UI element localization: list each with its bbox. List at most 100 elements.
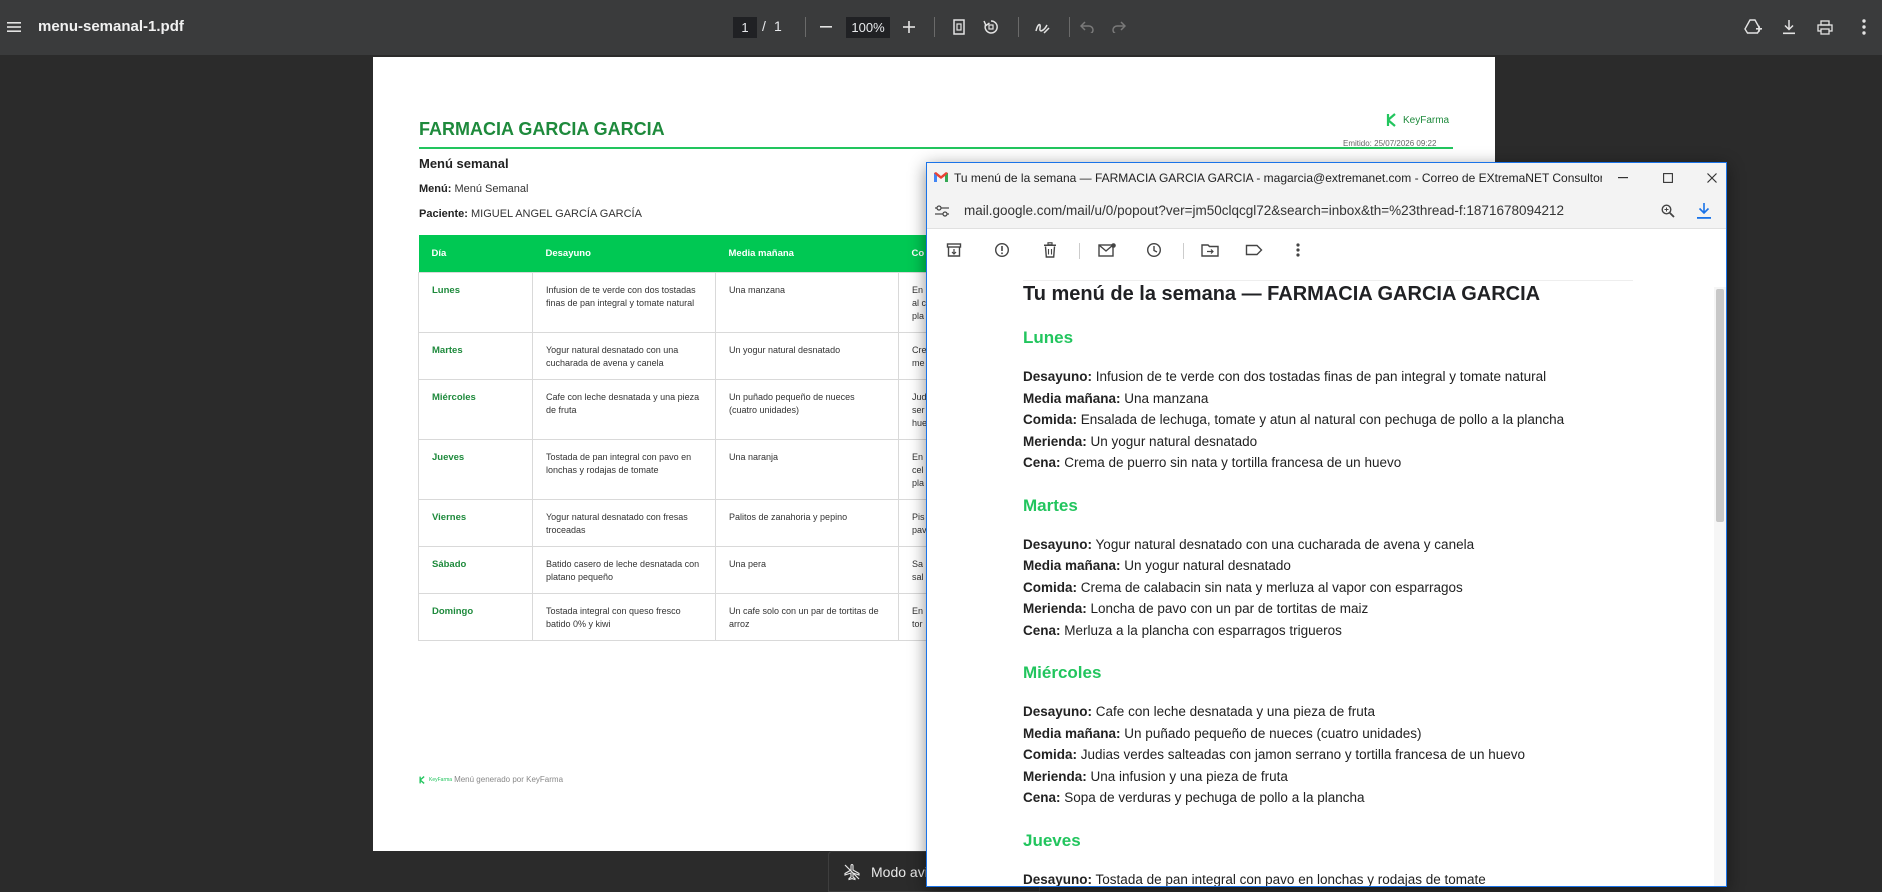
patient-value: MIGUEL ANGEL GARCÍA GARCÍA: [470, 208, 642, 220]
mid-morning-cell: Una pera: [715, 545, 899, 594]
minimize-icon[interactable]: [1611, 167, 1635, 189]
annotate-icon[interactable]: [1028, 13, 1056, 41]
meal-line: Desayuno: Yogur natural desnatado con un…: [1023, 534, 1633, 556]
redo-icon[interactable]: [1105, 13, 1133, 41]
mid-morning-cell: Una manzana: [715, 271, 899, 333]
archive-icon[interactable]: [943, 239, 965, 261]
mid-morning-cell: Un cafe solo con un par de tortitas de a…: [715, 592, 899, 641]
keyfarma-logo: KeyFarma: [1386, 113, 1449, 127]
meal-label: Desayuno:: [1023, 704, 1093, 719]
print-icon[interactable]: [1811, 13, 1839, 41]
meal-label: Desayuno:: [1023, 536, 1093, 552]
window-title: Tu menú de la semana — FARMACIA GARCIA G…: [954, 171, 1602, 185]
menu-icon[interactable]: [0, 13, 28, 41]
meal-line: Merienda: Una infusion y una pieza de fr…: [1023, 766, 1633, 788]
mid-morning-cell: Palitos de zanahoria y pepino: [715, 498, 899, 547]
meal-label: Cena:: [1023, 790, 1061, 805]
day-cell: Viernes: [418, 498, 533, 547]
meal-text: Ensalada de lechuga, tomate y atun al na…: [1080, 412, 1565, 427]
file-name: menu-semanal-1.pdf: [38, 18, 184, 35]
download-icon[interactable]: [1775, 13, 1803, 41]
mark-unread-icon[interactable]: [1096, 239, 1118, 261]
header-day: Día: [418, 235, 533, 272]
meal-line: Media mañana: Una manzana: [1023, 388, 1633, 410]
meal-label: Merienda:: [1023, 768, 1087, 784]
page-total: 1: [774, 18, 782, 34]
scrollbar-thumb[interactable]: [1716, 289, 1724, 522]
delete-icon[interactable]: [1039, 239, 1061, 261]
meal-line: Media mañana: Un yogur natural desnatado: [1023, 555, 1633, 577]
meal-label: Merienda:: [1023, 601, 1087, 616]
meal-label: Merienda:: [1023, 433, 1087, 449]
meal-line: Desayuno: Tostada de pan integral con pa…: [1023, 869, 1633, 887]
toolbar-divider: [1183, 243, 1184, 259]
menu-info: Menú: Menú Semanal: [419, 183, 528, 195]
zoom-icon[interactable]: [1659, 202, 1677, 220]
meal-text: Un yogur natural desnatado: [1090, 433, 1258, 449]
meal-text: Tostada de pan integral con pavo en lonc…: [1095, 871, 1486, 887]
zoom-level-input[interactable]: 100%: [846, 17, 890, 38]
gmail-icon: [934, 172, 948, 182]
breakfast-cell: Yogur natural desnatado con una cucharad…: [532, 331, 716, 380]
header-breakfast: Desayuno: [532, 235, 716, 272]
maximize-icon[interactable]: [1656, 167, 1680, 189]
email-subject: Tu menú de la semana — FARMACIA GARCIA G…: [1023, 283, 1541, 305]
zoom-out-icon[interactable]: [812, 13, 840, 41]
meal-line: Comida: Judias verdes salteadas con jamo…: [1023, 744, 1633, 766]
fit-page-icon[interactable]: [945, 13, 973, 41]
page-separator: /: [762, 18, 766, 34]
meal-line: Cena: Crema de puerro sin nata y tortill…: [1023, 452, 1633, 474]
meal-text: Crema de puerro sin nata y tortilla fran…: [1064, 455, 1402, 470]
gmail-popout-window: Tu menú de la semana — FARMACIA GARCIA G…: [926, 162, 1727, 887]
meal-label: Media mañana:: [1023, 390, 1121, 406]
meal-line: Desayuno: Infusion de te verde con dos t…: [1023, 366, 1633, 388]
download-icon[interactable]: [1695, 202, 1713, 220]
more-actions-icon[interactable]: [1287, 239, 1309, 261]
toolbar-divider: [1018, 17, 1019, 37]
toolbar-divider: [1079, 243, 1080, 259]
site-settings-icon[interactable]: [933, 202, 951, 220]
page-number-input[interactable]: 1: [733, 17, 757, 38]
email-toolbar: [927, 229, 1726, 271]
meal-text: Sopa de verduras y pechuga de pollo a la…: [1064, 790, 1365, 805]
meal-label: Comida:: [1023, 579, 1077, 595]
breakfast-cell: Yogur natural desnatado con fresas troce…: [532, 498, 716, 547]
meal-label: Cena:: [1023, 622, 1061, 638]
logo-text: KeyFarma: [1403, 114, 1450, 126]
patient-label: Paciente:: [419, 208, 468, 220]
meal-line: Cena: Sopa de verduras y pechuga de poll…: [1023, 787, 1633, 809]
zoom-in-icon[interactable]: [895, 13, 923, 41]
pdf-toolbar: menu-semanal-1.pdf 1 / 1 100%: [0, 0, 1882, 55]
window-titlebar[interactable]: Tu menú de la semana — FARMACIA GARCIA G…: [927, 163, 1726, 193]
meal-line: Cena: Merluza a la plancha con esparrago…: [1023, 620, 1633, 642]
day-cell: Sábado: [418, 545, 533, 594]
day-cell: Domingo: [418, 592, 533, 641]
meal-label: Comida:: [1023, 412, 1077, 427]
toolbar-divider: [805, 17, 806, 37]
meal-text: Cafe con leche desnatada y una pieza de …: [1095, 704, 1375, 719]
airplane-icon: [844, 863, 860, 880]
add-to-drive-icon[interactable]: [1739, 13, 1767, 41]
snooze-icon[interactable]: [1143, 239, 1165, 261]
footer-text: Menú generado por KeyFarma: [454, 775, 564, 784]
more-options-icon[interactable]: [1850, 13, 1878, 41]
menu-days: Lunes Desayuno: Infusion de te verde con …: [1023, 328, 1633, 887]
meal-label: Media mañana:: [1023, 558, 1121, 573]
undo-icon[interactable]: [1073, 13, 1101, 41]
address-bar: mail.google.com/mail/u/0/popout?ver=jm50…: [927, 193, 1726, 229]
day-cell: Jueves: [418, 438, 533, 500]
report-spam-icon[interactable]: [991, 239, 1013, 261]
url-field[interactable]: mail.google.com/mail/u/0/popout?ver=jm50…: [964, 203, 1564, 218]
meal-label: Cena:: [1023, 455, 1061, 470]
meal-label: Comida:: [1023, 747, 1077, 762]
rotate-icon[interactable]: [977, 13, 1005, 41]
label-icon[interactable]: [1243, 239, 1265, 261]
close-icon[interactable]: [1700, 167, 1724, 189]
breakfast-cell: Tostada integral con queso fresco batido…: [532, 592, 716, 641]
mid-morning-cell: Un yogur natural desnatado: [715, 331, 899, 380]
breakfast-cell: Batido casero de leche desnatada con pla…: [532, 545, 716, 594]
move-to-icon[interactable]: [1199, 239, 1221, 261]
day-cell: Martes: [418, 331, 533, 380]
day-cell: Miércoles: [418, 378, 533, 440]
header-mid-morning: Media mañana: [715, 235, 899, 272]
